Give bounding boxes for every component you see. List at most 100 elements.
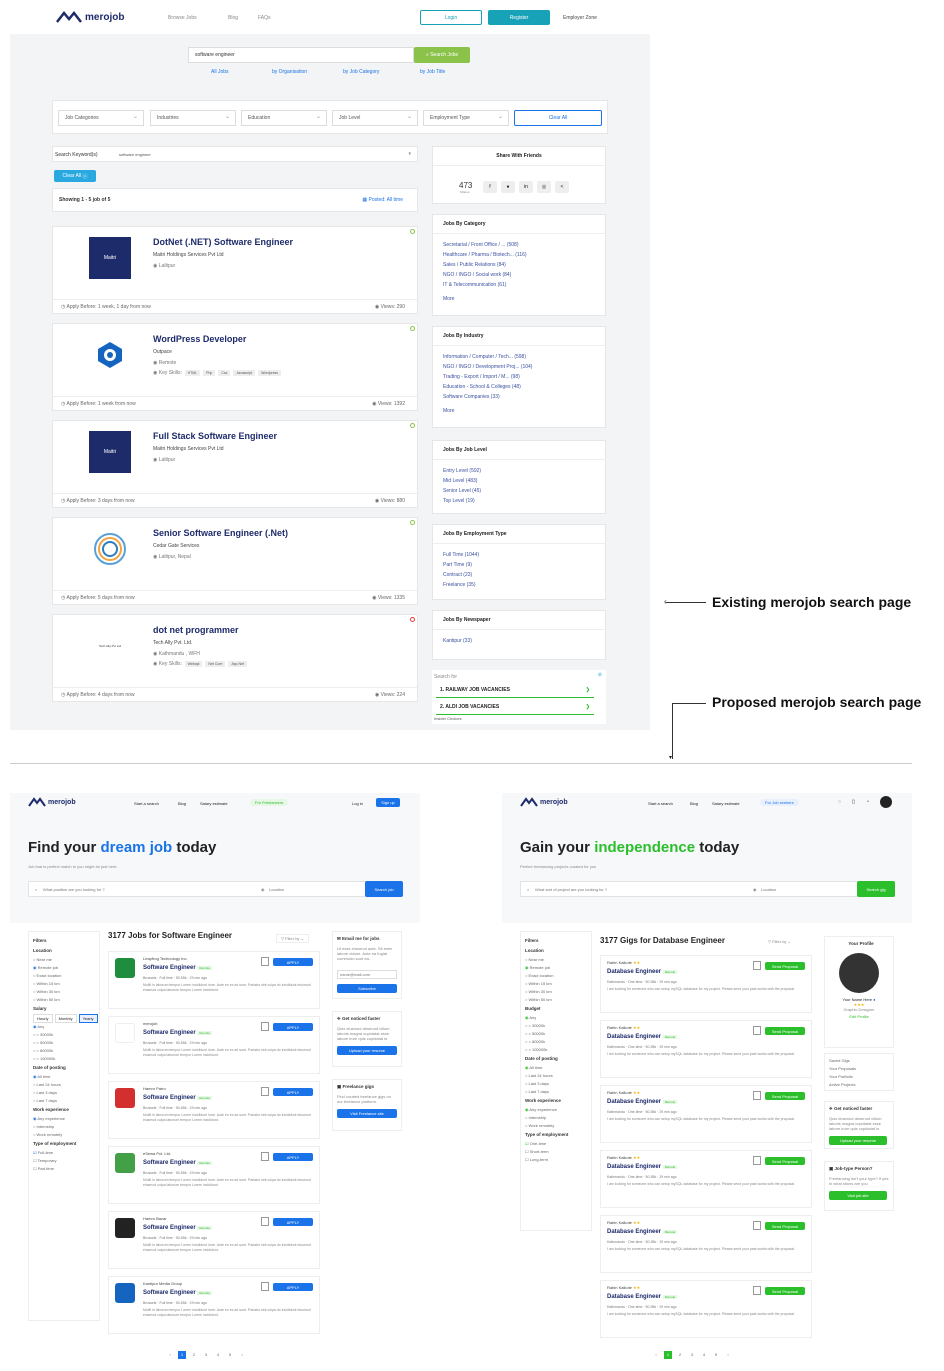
company-name[interactable]: Cedar Gate Services [153, 543, 199, 549]
type-link[interactable]: Freelance (35) [433, 580, 605, 590]
saved-gigs-link[interactable]: Saved Gigs [825, 1057, 893, 1065]
job-card[interactable]: Maitri DotNet (.NET) Software Engineer M… [52, 226, 418, 314]
share-icon[interactable]: < [555, 181, 569, 193]
job-card[interactable]: eSewa Pvt. Ltd. Software Engineer Remote B… [108, 1146, 320, 1204]
filter-option[interactable]: ○ Last 3 days [521, 1080, 591, 1088]
filter-option[interactable]: ○ Last 7 days [521, 1088, 591, 1096]
clear-all-button[interactable]: Clear All [514, 110, 602, 126]
salary-tab[interactable]: Yearly [78, 1014, 98, 1023]
page-number[interactable]: 5 [712, 1351, 720, 1359]
category-link[interactable]: Secretarial / Front Office / ... (508) [433, 240, 605, 250]
filter-option[interactable]: ◉ Remote job [29, 964, 99, 972]
ad-link[interactable]: 1. RAILWAY JOB VACANCIES ❯ [436, 684, 594, 698]
logo[interactable]: merojob [520, 797, 568, 807]
upload-resume-button[interactable]: Upload your resume [829, 1136, 887, 1145]
visit-job-site-button[interactable]: Visit job site [829, 1191, 887, 1200]
job-title[interactable]: WordPress Developer [153, 334, 246, 344]
filter-option[interactable]: ○ Last 24 hours [521, 1072, 591, 1080]
filter-option[interactable]: ◉ All time [521, 1064, 591, 1072]
whatsapp-icon[interactable]: ◎ [537, 181, 551, 193]
industry-link[interactable]: NGO / INGO / Development Proj... (104) [433, 362, 605, 372]
newspaper-link[interactable]: Kantipur (33) [433, 636, 605, 646]
job-card[interactable]: merojob Software Engineer Remote Brussels … [108, 1016, 320, 1074]
messenger-icon[interactable]: ● [501, 181, 515, 193]
edit-profile-link[interactable]: Edit Profile [825, 1014, 893, 1019]
gig-card[interactable]: Rabin Kalkote ★★ Database Engineer Remote… [600, 1150, 812, 1208]
page-number[interactable]: 3 [688, 1351, 696, 1359]
filter-option[interactable]: ○ > 80000k [29, 1047, 99, 1055]
bookmark-icon[interactable] [753, 1286, 761, 1295]
location-input[interactable] [269, 885, 359, 894]
bookmark-icon[interactable] [261, 1152, 269, 1161]
job-card[interactable]: WordPress Developer Outpace ◉ Remote ◉ K… [52, 323, 418, 411]
nav-blog[interactable]: Blog [178, 801, 186, 806]
filter-option[interactable]: ○ Within 50 km [521, 996, 591, 1004]
filter-option[interactable]: ○ Within 30 km [29, 988, 99, 996]
filter-checkbox[interactable]: ☑ Full-time [29, 1149, 99, 1157]
proposals-link[interactable]: Your Proposals [825, 1065, 893, 1073]
filter-option[interactable]: ○ > 100000k [521, 1046, 591, 1054]
apply-button[interactable]: APPLY [273, 1283, 313, 1291]
filter-checkbox[interactable]: ☐ Part-time [29, 1165, 99, 1173]
job-card[interactable]: Tech Ally Pvt Ltd dot net programmer Tec… [52, 614, 418, 702]
industries-select[interactable]: Industries [150, 110, 236, 126]
search-job-button[interactable]: Search job [365, 881, 403, 897]
ad-link[interactable]: 2. ALDI JOB VACANCIES ❯ [436, 701, 594, 715]
clear-all-chip[interactable]: Clear All ⓧ [54, 170, 96, 182]
send-proposal-button[interactable]: Send Proposal [765, 962, 805, 970]
active-projects-link[interactable]: Active Projects [825, 1081, 893, 1089]
level-link[interactable]: Mid Level (483) [433, 476, 605, 486]
company-name[interactable]: Tech Ally Pvt. Ltd. [153, 640, 192, 646]
job-card[interactable]: Kantipur Media Group Software Engineer Re… [108, 1276, 320, 1334]
avatar[interactable] [880, 796, 892, 808]
filter-checkbox[interactable]: ☑ One-time [521, 1140, 591, 1148]
gig-title[interactable]: Database Engineer Remote [607, 1294, 678, 1300]
job-title[interactable]: DotNet (.NET) Software Engineer [153, 237, 293, 247]
filter-option[interactable]: ○ Internship [29, 1123, 99, 1131]
filter-by-dropdown[interactable]: ▽ Filter by ⌄ [276, 934, 309, 943]
logo[interactable]: merojob [56, 10, 124, 24]
job-title[interactable]: Full Stack Software Engineer [153, 431, 277, 441]
job-title[interactable]: Software Engineer Remote [143, 1290, 212, 1296]
employer-zone-link[interactable]: Employer Zone [563, 15, 597, 21]
apply-button[interactable]: APPLY [273, 1088, 313, 1096]
apply-button[interactable]: APPLY [273, 958, 313, 966]
nav-blog[interactable]: Blog [690, 801, 698, 806]
apply-button[interactable]: APPLY [273, 1153, 313, 1161]
signup-button[interactable]: Sign up [376, 798, 400, 807]
job-title[interactable]: Software Engineer Remote [143, 1095, 212, 1101]
page-number[interactable]: 4 [214, 1351, 222, 1359]
gig-card[interactable]: Rabin Kalkote ★★ Database Engineer Remote… [600, 955, 812, 1013]
gig-title[interactable]: Database Engineer Remote [607, 1034, 678, 1040]
prev-page[interactable]: ‹ [166, 1351, 174, 1359]
position-search-input[interactable] [43, 885, 223, 894]
job-level-select[interactable]: Job Level [332, 110, 418, 126]
filter-option[interactable]: ○ Near me [29, 956, 99, 964]
job-title[interactable]: Software Engineer Remote [143, 1225, 212, 1231]
level-link[interactable]: Entry Level (592) [433, 466, 605, 476]
type-link[interactable]: Part Time (9) [433, 560, 605, 570]
gig-card[interactable]: Rabin Kalkote ★★ Database Engineer Remote… [600, 1020, 812, 1078]
login-button[interactable]: Login [420, 10, 482, 25]
filter-option[interactable]: ○ Last 3 days [29, 1089, 99, 1097]
nav-start-search[interactable]: Start a search [134, 801, 159, 806]
subscribe-button[interactable]: Subscribe [337, 984, 397, 993]
company-name[interactable]: Outpace [153, 349, 172, 355]
apply-button[interactable]: APPLY [273, 1023, 313, 1031]
bookmark-icon[interactable] [753, 1156, 761, 1165]
salary-tab[interactable]: Monthly [54, 1014, 77, 1023]
bookmark-icon[interactable] [753, 1091, 761, 1100]
industry-more-link[interactable]: More [433, 406, 605, 416]
job-title[interactable]: Senior Software Engineer (.Net) [153, 528, 288, 538]
filter-option[interactable]: ○ > 100000k [29, 1055, 99, 1063]
filter-option[interactable]: ○ Within 30 km [521, 988, 591, 996]
salary-tab[interactable]: Hourly [33, 1014, 53, 1023]
job-card[interactable]: Senior Software Engineer (.Net) Cedar Ga… [52, 517, 418, 605]
filter-option[interactable]: ○ > 50000k [29, 1039, 99, 1047]
category-more-link[interactable]: More [433, 294, 605, 304]
filter-option[interactable]: ○ Work remotely [29, 1131, 99, 1139]
employment-type-select[interactable]: Employment Type [423, 110, 509, 126]
filter-option[interactable]: ○ Exact location [521, 972, 591, 980]
filter-option[interactable]: ○ Near me [521, 956, 591, 964]
search-jobs-button[interactable]: ⌕ Search Jobs [414, 47, 470, 63]
